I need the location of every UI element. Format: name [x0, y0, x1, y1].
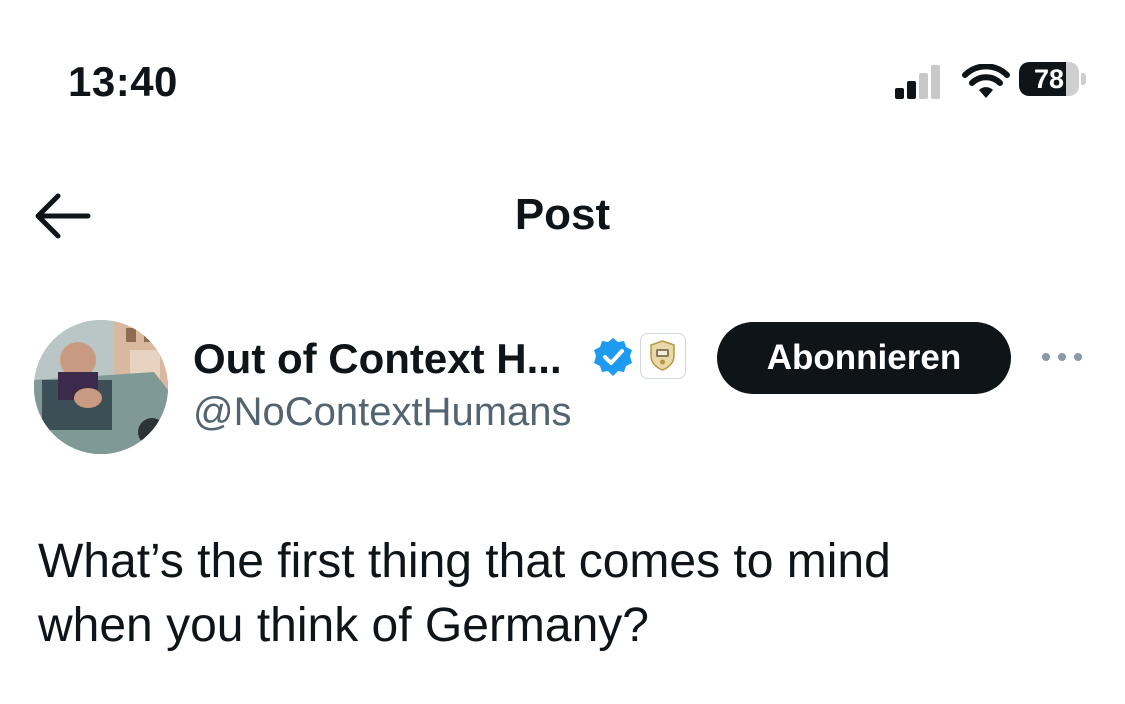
avatar-image	[34, 320, 168, 454]
post-text: What’s the first thing that comes to min…	[38, 530, 1038, 658]
battery-icon: 78	[1019, 62, 1089, 98]
author-display-name[interactable]: Out of Context H...	[193, 335, 562, 383]
more-dots-icon[interactable]	[1038, 345, 1086, 369]
signal-icon	[895, 65, 940, 99]
avatar[interactable]	[34, 320, 168, 454]
battery-level: 78	[1033, 64, 1065, 94]
page-title: Post	[514, 190, 611, 239]
status-time: 13:40	[68, 58, 178, 105]
post-text-line: when you think of Germany?	[38, 599, 649, 652]
post-text-line: What’s the first thing that comes to min…	[38, 535, 891, 588]
verified-badge-icon	[594, 338, 632, 376]
wifi-icon	[962, 64, 1010, 98]
subscribe-button[interactable]: Abonnieren	[717, 322, 1011, 394]
affiliate-badge-icon[interactable]	[640, 333, 686, 379]
author-handle[interactable]: @NoContextHumans	[193, 390, 572, 435]
